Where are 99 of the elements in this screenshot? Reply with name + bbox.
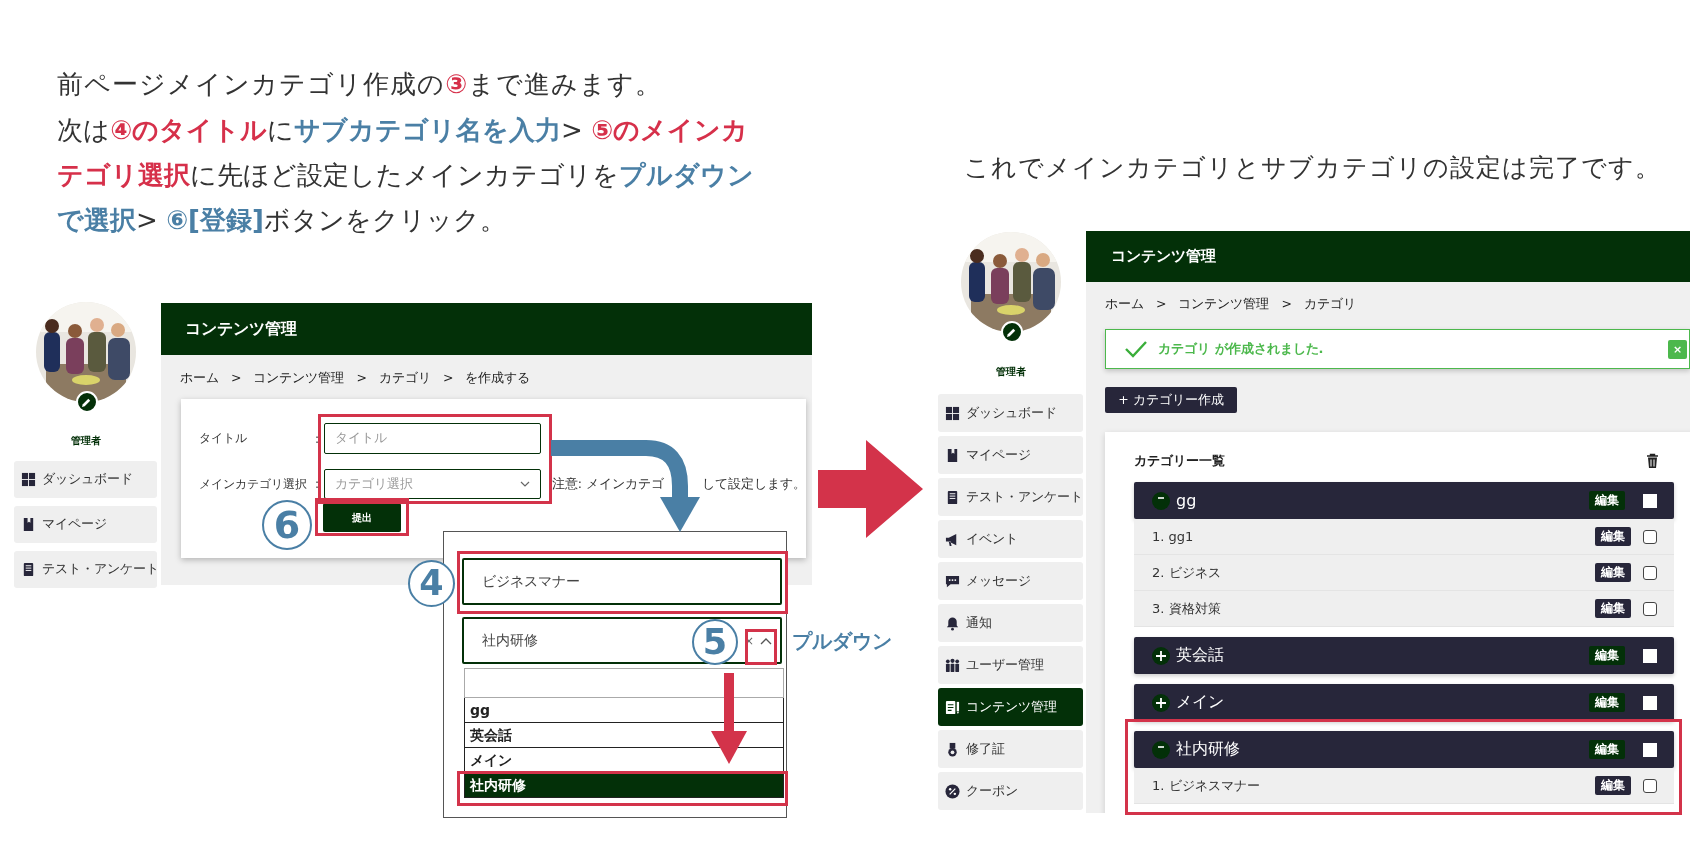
chevron-down-icon [519, 481, 530, 487]
breadcrumb-link[interactable]: コンテンツ管理 [253, 370, 345, 386]
checkbox[interactable] [1643, 529, 1657, 544]
edit-button[interactable]: 編集 [1595, 599, 1631, 618]
breadcrumb-separator: > [1281, 296, 1292, 312]
sidebar-item[interactable]: マイページ [14, 506, 157, 543]
checkbox[interactable] [1643, 648, 1657, 663]
instruction-text: テゴリ選択に先ほど設定したメインカテゴリをプルダウン [57, 159, 754, 192]
document-icon [945, 489, 960, 505]
book-icon [945, 447, 960, 463]
checkbox[interactable] [1643, 565, 1657, 580]
subcategory-name: 1. gg1 [1152, 529, 1194, 544]
instruction-text: 前ページメインカテゴリ作成の③ まで進みます。 [57, 68, 663, 101]
breadcrumb-link[interactable]: カテゴリ [1303, 296, 1356, 312]
edit-button[interactable]: 編集 [1589, 491, 1625, 510]
checkbox[interactable] [1643, 695, 1657, 710]
sidebar-item[interactable]: 修了証 [938, 730, 1083, 768]
chat-icon [945, 573, 960, 589]
breadcrumb-link[interactable]: ホーム [1105, 296, 1144, 312]
document-pencil-icon [945, 699, 960, 715]
user-name: 管理者 [995, 365, 1026, 379]
submit-button[interactable]: 提出 [323, 503, 401, 532]
collapse-icon[interactable] [1152, 740, 1170, 759]
category-header[interactable]: 社内研修 編集 [1134, 731, 1674, 768]
category-name: 社内研修 [1176, 739, 1240, 760]
bell-icon [945, 615, 960, 631]
sidebar-item[interactable]: 通知 [938, 604, 1083, 642]
subcategory-name: 3. 資格対策 [1152, 599, 1221, 618]
checkbox[interactable] [1643, 493, 1657, 508]
page-header: コンテンツ管理 [1086, 231, 1690, 282]
note-text: 注意: メインカテゴ [551, 475, 664, 493]
caption-text: これでメインカテゴリとサブカテゴリの設定は完了です。 [964, 152, 1661, 184]
edit-button[interactable]: 編集 [1589, 646, 1625, 665]
breadcrumb-link[interactable]: を作成する [465, 370, 531, 386]
expand-icon[interactable] [1152, 646, 1170, 665]
callout-text: プルダウン [792, 628, 892, 655]
breadcrumb-separator: > [231, 370, 242, 386]
sidebar-item[interactable]: メッセージ [938, 562, 1083, 600]
book-icon [21, 517, 36, 532]
instruction-text: で選択> ⑥[登録]ボタンをクリック。 [57, 204, 507, 237]
input-field[interactable]: ビジネスマナー [462, 558, 782, 605]
edit-button[interactable]: 編集 [1595, 776, 1631, 795]
note-text: して設定します。 [702, 475, 806, 493]
breadcrumb-separator: > [356, 370, 367, 386]
category-header[interactable]: gg 編集 [1134, 482, 1674, 519]
checkbox[interactable] [1643, 778, 1657, 793]
category-header[interactable]: 英会話 編集 [1134, 637, 1674, 674]
pencil-icon[interactable] [1000, 321, 1023, 343]
colon-text: : [315, 431, 321, 446]
medal-icon [945, 741, 960, 757]
edit-button[interactable]: 編集 [1589, 693, 1625, 712]
chevron-up-icon[interactable] [760, 636, 772, 645]
instruction-text: 次は④のタイトルにサブカテゴリ名を入力> ⑤のメインカ [57, 114, 750, 147]
sidebar-item[interactable]: テスト・アンケート [14, 551, 157, 588]
breadcrumb-separator: > [1156, 296, 1167, 312]
breadcrumb-link[interactable]: コンテンツ管理 [1178, 296, 1270, 312]
create-category-button[interactable]: + カテゴリー作成 [1105, 387, 1237, 413]
edit-button[interactable]: 編集 [1595, 563, 1631, 582]
trash-icon[interactable] [1646, 453, 1659, 469]
sidebar-item[interactable]: ユーザー管理 [938, 646, 1083, 684]
category-name: メイン [1176, 692, 1224, 713]
field-label: タイトル [199, 430, 248, 447]
expand-icon[interactable] [1152, 693, 1170, 712]
grid-icon [21, 472, 36, 487]
field-label: メインカテゴリ選択 [199, 475, 308, 493]
search-field[interactable] [464, 668, 784, 698]
breadcrumb-link[interactable]: カテゴリ [378, 370, 431, 386]
document-icon [21, 562, 36, 577]
sidebar-item[interactable]: ダッシュボード [14, 461, 157, 498]
checkmark-icon [1124, 340, 1148, 358]
subcategory-name: 2. ビジネス [1152, 563, 1221, 582]
sidebar-item[interactable]: イベント [938, 520, 1083, 558]
sidebar-item[interactable]: クーポン [938, 772, 1083, 810]
pencil-icon[interactable] [75, 391, 98, 413]
checkbox[interactable] [1643, 742, 1657, 757]
user-name: 管理者 [70, 434, 101, 448]
edit-button[interactable]: 編集 [1589, 740, 1625, 759]
users-icon [945, 657, 960, 673]
category-name: gg [1176, 491, 1197, 510]
sidebar-item[interactable]: コンテンツ管理 [938, 688, 1083, 726]
checkbox[interactable] [1643, 601, 1657, 616]
subcategory-name: 1. ビジネスマナー [1152, 776, 1260, 795]
page-header: コンテンツ管理 [161, 303, 812, 355]
dropdown-option[interactable]: 社内研修 [464, 773, 784, 798]
edit-button[interactable]: 編集 [1595, 527, 1631, 546]
highlight-frame [745, 629, 777, 665]
percent-icon [945, 783, 960, 799]
collapse-icon[interactable] [1152, 491, 1170, 510]
breadcrumb-link[interactable]: ホーム [180, 370, 219, 386]
sidebar-item[interactable]: マイページ [938, 436, 1083, 474]
category-header[interactable]: メイン 編集 [1134, 684, 1674, 721]
grid-icon [945, 405, 960, 421]
sidebar-item[interactable]: テスト・アンケート [938, 478, 1083, 516]
colon-text: : [314, 477, 320, 491]
breadcrumb-separator: > [442, 370, 454, 386]
sidebar-item[interactable]: ダッシュボード [938, 394, 1083, 432]
card-title: カテゴリー一覧 [1134, 452, 1225, 470]
alert-message: カテゴリ が作成されました. [1158, 340, 1324, 358]
category-name: 英会話 [1176, 645, 1224, 666]
